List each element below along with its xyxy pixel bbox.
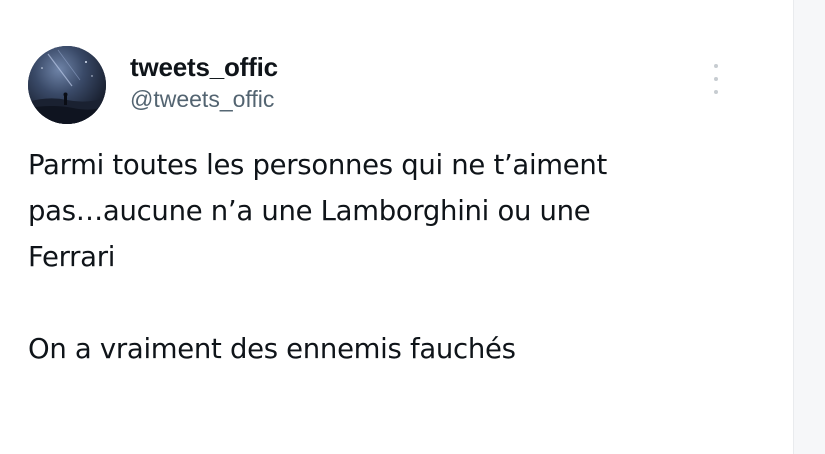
tweet-text-line: Parmi toutes les personnes qui ne t’aime… [28, 149, 607, 181]
more-vertical-icon-dot [714, 90, 718, 94]
more-vertical-icon [714, 64, 718, 68]
user-info: tweets_offic @tweets_offic [130, 52, 278, 114]
tweet-text-line: pas…aucune n’a une Lamborghini ou une [28, 195, 591, 227]
avatar[interactable] [28, 46, 106, 124]
user-handle[interactable]: @tweets_offic [130, 84, 278, 114]
page: tweets_offic @tweets_offic Parmi toutes … [0, 0, 825, 454]
tweet-card[interactable]: tweets_offic @tweets_offic Parmi toutes … [0, 0, 792, 454]
display-name[interactable]: tweets_offic [130, 52, 278, 82]
right-side-panel [793, 0, 825, 454]
more-vertical-icon-dot [714, 77, 718, 81]
tweet-text-line: Ferrari [28, 241, 116, 273]
tweet-text-line: On a vraiment des ennemis fauchés [28, 333, 516, 365]
more-options-button[interactable] [706, 64, 726, 94]
night-scene-avatar-icon [28, 46, 106, 124]
tweet-text: Parmi toutes les personnes qui ne t’aime… [28, 142, 768, 372]
